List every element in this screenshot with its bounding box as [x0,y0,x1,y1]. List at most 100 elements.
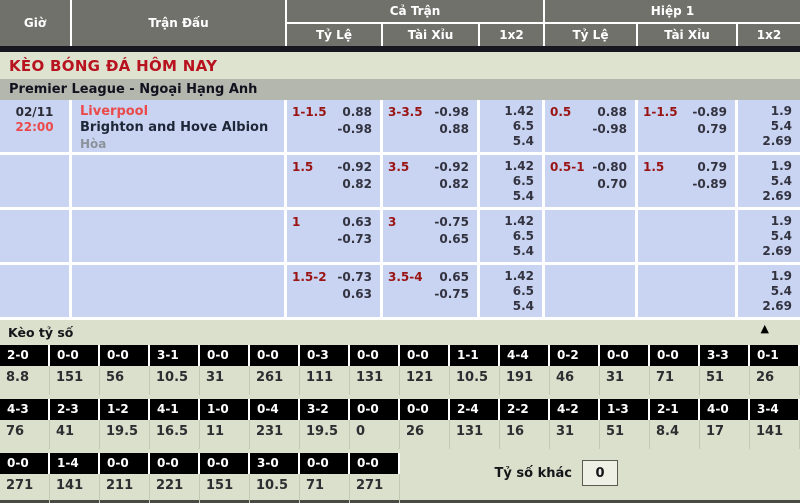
score-odds-cell[interactable]: 3-110.5 [150,345,200,395]
odd-bottom[interactable]: -0.73 [287,231,380,248]
score-odds-cell[interactable]: 0-0271 [0,453,50,503]
score-odds-cell[interactable]: 3-010.5 [250,453,300,503]
score-odds-cell[interactable]: 4-376 [0,399,50,449]
score-odds-cell[interactable]: 0-0121 [400,345,450,395]
odd-draw[interactable]: 6.5 [480,284,534,299]
score-odds-cell[interactable]: 1-219.5 [100,399,150,449]
h1-handicap-cell[interactable] [545,210,638,262]
score-odds-cell[interactable]: 3-351 [700,345,750,395]
score-odds-cell[interactable]: 4-231 [550,399,600,449]
odd-home-win[interactable]: 1.42 [480,269,534,284]
score-odds-cell[interactable]: 0-031 [200,345,250,395]
score-odds-cell[interactable]: 1-4141 [50,453,100,503]
odd-home-win[interactable]: 1.9 [738,104,792,119]
odd-bottom[interactable]: 0.82 [383,176,477,193]
h1-1x2-cell[interactable]: 1.9 5.4 2.69 [738,100,800,152]
league-header[interactable]: Premier League - Ngoại Hạng Anh [0,79,800,100]
score-odds-cell[interactable]: 0-0131 [350,345,400,395]
ft-handicap-cell[interactable]: 1-1.5 0.88 -0.98 [287,100,383,152]
score-odds-cell[interactable]: 2-341 [50,399,100,449]
home-team[interactable]: Liverpool [80,104,284,120]
score-odds-cell[interactable]: 0-031 [600,345,650,395]
odd-away-win[interactable]: 2.69 [738,244,792,259]
odd-bottom[interactable]: 0.65 [383,231,477,248]
score-odds-cell[interactable]: 0-0151 [200,453,250,503]
odd-home-win[interactable]: 1.9 [738,214,792,229]
ft-overunder-cell[interactable]: 3 -0.75 0.65 [383,210,480,262]
odd-bottom[interactable]: 0.79 [638,121,735,138]
h1-handicap-cell[interactable] [545,265,638,317]
odd-bottom[interactable]: 0.82 [287,176,380,193]
score-odds-cell[interactable]: 1-011 [200,399,250,449]
h1-1x2-cell[interactable]: 1.9 5.4 2.69 [738,155,800,207]
odd-bottom[interactable]: -0.98 [545,121,635,138]
odd-bottom[interactable]: 0.88 [383,121,477,138]
odd-home-win[interactable]: 1.42 [480,104,534,119]
odd-bottom[interactable]: -0.89 [638,176,735,193]
score-odds-cell[interactable]: 0-056 [100,345,150,395]
h1-1x2-cell[interactable]: 1.9 5.4 2.69 [738,265,800,317]
ft-1x2-cell[interactable]: 1.42 6.5 5.4 [480,265,545,317]
other-score-value-box[interactable]: 0 [582,460,618,486]
odd-away-win[interactable]: 2.69 [738,134,792,149]
collapse-up-icon[interactable]: ▲ [761,323,769,334]
score-odds-cell[interactable]: 4-017 [700,399,750,449]
ft-handicap-cell[interactable]: 1 0.63 -0.73 [287,210,383,262]
odd-bottom[interactable]: -0.98 [287,121,380,138]
ft-overunder-cell[interactable]: 3.5-4 0.65 -0.75 [383,265,480,317]
h1-overunder-cell[interactable]: 1.5 0.79 -0.89 [638,155,738,207]
score-odds-cell[interactable]: 2-18.4 [650,399,700,449]
odd-away-win[interactable]: 5.4 [480,299,534,314]
odd-away-win[interactable]: 5.4 [480,189,534,204]
ft-overunder-cell[interactable]: 3-3.5 -0.98 0.88 [383,100,480,152]
score-odds-cell[interactable]: 3-219.5 [300,399,350,449]
odd-draw[interactable]: 5.4 [738,174,792,189]
h1-overunder-cell[interactable]: 1-1.5 -0.89 0.79 [638,100,738,152]
score-odds-cell[interactable]: 0-126 [750,345,800,395]
odd-draw[interactable]: 6.5 [480,229,534,244]
odd-home-win[interactable]: 1.42 [480,159,534,174]
score-odds-cell[interactable]: 0-3111 [300,345,350,395]
odd-home-win[interactable]: 1.9 [738,269,792,284]
odd-draw[interactable]: 5.4 [738,284,792,299]
away-team[interactable]: Brighton and Hove Albion [80,120,284,136]
ft-1x2-cell[interactable]: 1.42 6.5 5.4 [480,155,545,207]
score-odds-cell[interactable]: 2-08.8 [0,345,50,395]
odd-draw[interactable]: 5.4 [738,229,792,244]
score-odds-cell[interactable]: 0-0151 [50,345,100,395]
score-odds-cell[interactable]: 0-026 [400,399,450,449]
h1-handicap-cell[interactable]: 0.5 0.88 -0.98 [545,100,638,152]
odd-away-win[interactable]: 2.69 [738,299,792,314]
odd-away-win[interactable]: 5.4 [480,244,534,259]
score-odds-cell[interactable]: 1-110.5 [450,345,500,395]
score-odds-cell[interactable]: 0-4231 [250,399,300,449]
ft-overunder-cell[interactable]: 3.5 -0.92 0.82 [383,155,480,207]
score-odds-cell[interactable]: 3-4141 [750,399,800,449]
odd-top[interactable]: -0.75 [383,214,477,231]
odd-away-win[interactable]: 2.69 [738,189,792,204]
odd-away-win[interactable]: 5.4 [480,134,534,149]
score-odds-cell[interactable]: 0-0221 [150,453,200,503]
h1-overunder-cell[interactable] [638,265,738,317]
score-odds-cell[interactable]: 0-071 [300,453,350,503]
odd-draw[interactable]: 6.5 [480,174,534,189]
score-odds-cell[interactable]: 4-116.5 [150,399,200,449]
score-odds-cell[interactable]: 0-00 [350,399,400,449]
odd-draw[interactable]: 6.5 [480,119,534,134]
score-odds-cell[interactable]: 2-216 [500,399,550,449]
ft-handicap-cell[interactable]: 1.5 -0.92 0.82 [287,155,383,207]
odd-top[interactable]: 0.63 [287,214,380,231]
score-odds-cell[interactable]: 4-4191 [500,345,550,395]
odd-home-win[interactable]: 1.9 [738,159,792,174]
score-odds-cell[interactable]: 1-351 [600,399,650,449]
ft-1x2-cell[interactable]: 1.42 6.5 5.4 [480,100,545,152]
score-odds-cell[interactable]: 2-4131 [450,399,500,449]
odd-bottom[interactable]: 0.63 [287,286,380,303]
score-odds-cell[interactable]: 0-0211 [100,453,150,503]
score-odds-cell[interactable]: 0-0261 [250,345,300,395]
ft-handicap-cell[interactable]: 1.5-2 -0.73 0.63 [287,265,383,317]
odd-home-win[interactable]: 1.42 [480,214,534,229]
odd-draw[interactable]: 5.4 [738,119,792,134]
ft-1x2-cell[interactable]: 1.42 6.5 5.4 [480,210,545,262]
h1-handicap-cell[interactable]: 0.5-1 -0.80 0.70 [545,155,638,207]
